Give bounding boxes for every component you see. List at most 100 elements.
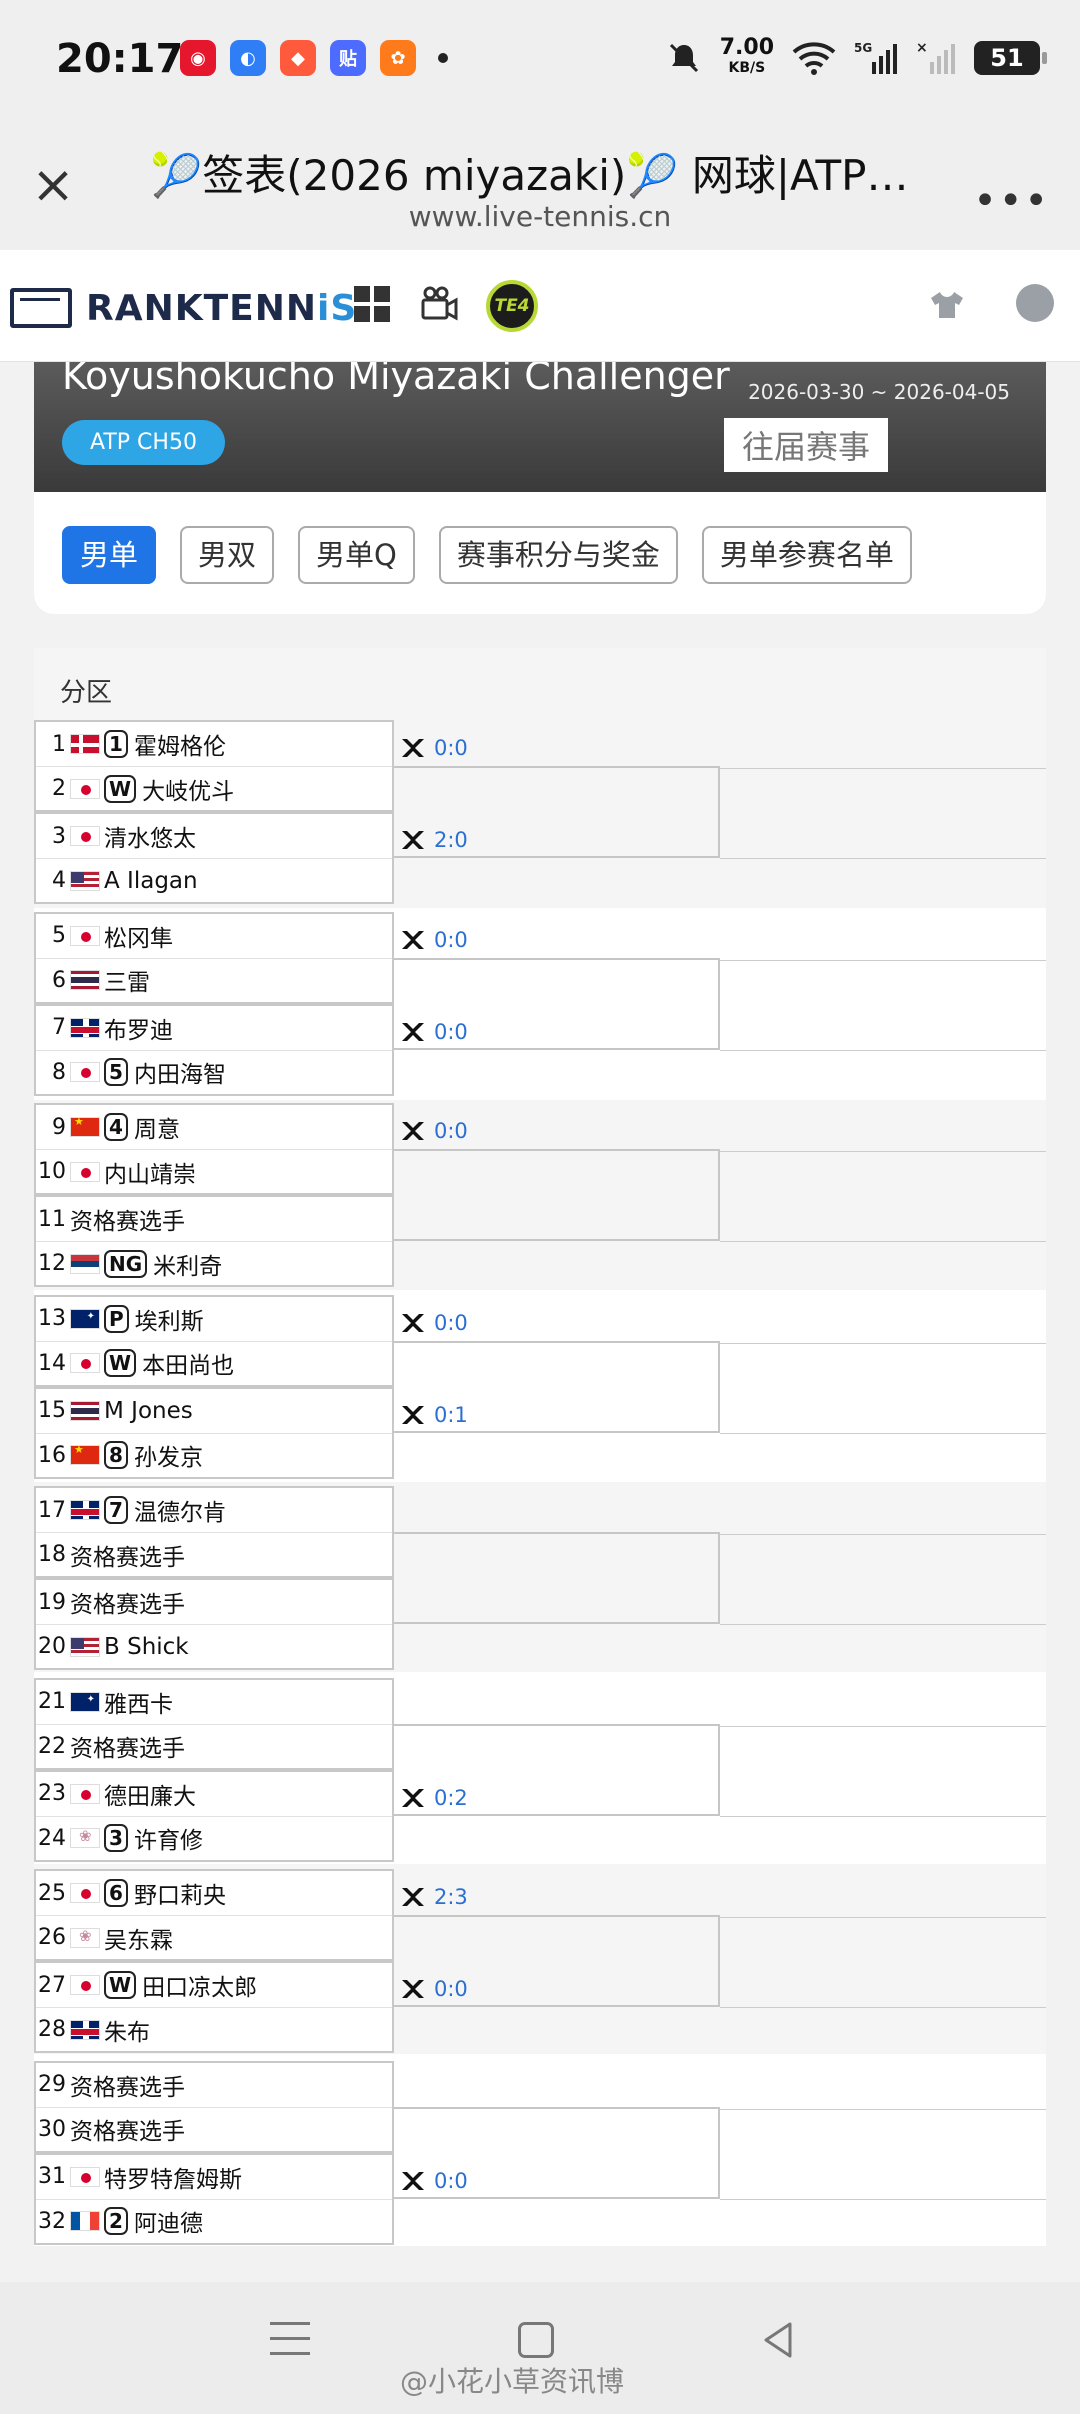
- te-badge-icon[interactable]: TE4: [486, 280, 538, 332]
- first-round-match[interactable]: 1 1 霍姆格伦 2 W 大岐优斗: [34, 720, 394, 812]
- tab-points-prize[interactable]: 赛事积分与奖金: [438, 526, 678, 584]
- home-icon[interactable]: [518, 2322, 554, 2358]
- player-row[interactable]: 2 W 大岐优斗: [36, 767, 392, 811]
- player-name[interactable]: 吴东霖: [104, 1921, 173, 1955]
- player-name[interactable]: A Ilagan: [104, 868, 198, 894]
- player-row[interactable]: 22 资格赛选手: [36, 1724, 392, 1768]
- player-name[interactable]: 德田廉大: [104, 1777, 196, 1811]
- player-name[interactable]: 特罗特詹姆斯: [104, 2160, 242, 2194]
- player-name[interactable]: 雅西卡: [104, 1685, 173, 1719]
- player-row[interactable]: 7 布罗迪: [36, 1006, 392, 1050]
- first-round-match[interactable]: 21 雅西卡 22资格赛选手: [34, 1677, 394, 1770]
- player-name[interactable]: 资格赛选手: [70, 1202, 185, 1236]
- head-to-head[interactable]: 0:2: [400, 1786, 468, 1810]
- head-to-head[interactable]: 2:3: [400, 1885, 468, 1909]
- player-name[interactable]: 米利奇: [153, 1247, 222, 1281]
- player-name[interactable]: 资格赛选手: [70, 1729, 185, 1763]
- player-row[interactable]: 31 特罗特詹姆斯: [36, 2155, 392, 2199]
- player-name[interactable]: 本田尚也: [142, 1346, 234, 1380]
- player-name[interactable]: 大岐优斗: [142, 772, 234, 806]
- player-row[interactable]: 32 2 阿迪德: [36, 2199, 392, 2243]
- player-name[interactable]: B Shick: [104, 1634, 189, 1660]
- player-row[interactable]: 13 P埃利斯: [36, 1297, 392, 1341]
- player-row[interactable]: 26 吴东霖: [36, 1916, 392, 1960]
- player-name[interactable]: 周意: [134, 1110, 180, 1144]
- tab-mens-doubles[interactable]: 男双: [180, 526, 275, 584]
- player-name[interactable]: 内田海智: [134, 1055, 226, 1089]
- first-round-match[interactable]: 29 资格赛选手 30 资格赛选手: [34, 2060, 394, 2153]
- head-to-head[interactable]: 0:0: [400, 1311, 468, 1335]
- head-to-head[interactable]: 0:0: [400, 736, 468, 760]
- player-name[interactable]: 资格赛选手: [70, 1538, 185, 1572]
- player-row[interactable]: 29 资格赛选手: [36, 2063, 392, 2107]
- player-name[interactable]: 清水悠太: [104, 819, 196, 853]
- tab-entry-list[interactable]: 男单参赛名单: [701, 526, 912, 584]
- player-row[interactable]: 20 B Shick: [36, 1625, 392, 1669]
- player-row[interactable]: 30 资格赛选手: [36, 2107, 392, 2151]
- past-editions-button[interactable]: 往届赛事: [724, 418, 889, 472]
- player-row[interactable]: 5 松冈隼: [36, 914, 392, 958]
- player-row[interactable]: 21 雅西卡: [36, 1680, 392, 1724]
- player-name[interactable]: 田口凉太郎: [142, 1968, 257, 2002]
- player-name[interactable]: 资格赛选手: [70, 1585, 185, 1619]
- player-row[interactable]: 24 3许育修: [36, 1816, 392, 1860]
- more-menu-icon[interactable]: •••: [973, 178, 1050, 224]
- player-name[interactable]: 孙发京: [134, 1438, 203, 1472]
- player-row[interactable]: 8 5 内田海智: [36, 1050, 392, 1094]
- player-name[interactable]: M Jones: [104, 1398, 193, 1424]
- first-round-match[interactable]: 9 4周意 10 内山靖崇: [34, 1103, 394, 1195]
- first-round-match[interactable]: 3 清水悠太 4 A Ilagan: [34, 812, 394, 904]
- player-row[interactable]: 12 NG 米利奇: [36, 1242, 392, 1286]
- first-round-match[interactable]: 5 松冈隼 6 三雷: [34, 911, 394, 1004]
- head-to-head[interactable]: 0:0: [400, 928, 468, 952]
- shirt-icon[interactable]: [930, 290, 964, 320]
- head-to-head[interactable]: 0:0: [400, 2169, 468, 2193]
- first-round-match[interactable]: 11 资格赛选手 12 NG 米利奇: [34, 1195, 394, 1287]
- grid-menu-icon[interactable]: [354, 286, 390, 322]
- first-round-match[interactable]: 17 7 温德尔肯 18 资格赛选手: [34, 1486, 394, 1578]
- player-name[interactable]: 布罗迪: [104, 1011, 173, 1045]
- player-row[interactable]: 25 6 野口莉央: [36, 1871, 392, 1915]
- video-camera-icon[interactable]: [420, 284, 460, 324]
- player-name[interactable]: 野口莉央: [134, 1876, 226, 1910]
- player-name[interactable]: 温德尔肯: [134, 1493, 226, 1527]
- player-row[interactable]: 23 德田廉大: [36, 1772, 392, 1816]
- player-row[interactable]: 3 清水悠太: [36, 814, 392, 858]
- player-name[interactable]: 资格赛选手: [70, 2112, 185, 2146]
- first-round-match[interactable]: 13 P埃利斯 14 W本田尚也: [34, 1294, 394, 1387]
- player-row[interactable]: 28 朱布: [36, 2008, 392, 2052]
- player-row[interactable]: 6 三雷: [36, 958, 392, 1002]
- first-round-match[interactable]: 27 W 田口凉太郎 28 朱布: [34, 1961, 394, 2053]
- player-row[interactable]: 10 内山靖崇: [36, 1150, 392, 1194]
- player-row[interactable]: 16 8孙发京: [36, 1433, 392, 1477]
- head-to-head[interactable]: 0:0: [400, 1977, 468, 2001]
- player-name[interactable]: 许育修: [134, 1821, 203, 1855]
- player-row[interactable]: 1 1 霍姆格伦: [36, 722, 392, 766]
- player-row[interactable]: 18 资格赛选手: [36, 1533, 392, 1577]
- player-name[interactable]: 三雷: [104, 963, 150, 997]
- logo-icon[interactable]: [10, 288, 72, 328]
- tab-mens-qualifying[interactable]: 男单Q: [298, 526, 415, 584]
- player-name[interactable]: 松冈隼: [104, 919, 173, 953]
- player-name[interactable]: 朱布: [104, 2013, 150, 2047]
- player-row[interactable]: 11 资格赛选手: [36, 1197, 392, 1241]
- player-name[interactable]: 内山靖崇: [104, 1155, 196, 1189]
- player-row[interactable]: 27 W 田口凉太郎: [36, 1963, 392, 2007]
- first-round-match[interactable]: 31 特罗特詹姆斯 32 2 阿迪德: [34, 2152, 394, 2245]
- player-row[interactable]: 17 7 温德尔肯: [36, 1488, 392, 1532]
- player-row[interactable]: 9 4周意: [36, 1105, 392, 1149]
- player-row[interactable]: 14 W 本田尚也: [36, 1341, 392, 1385]
- player-name[interactable]: 资格赛选手: [70, 2068, 185, 2102]
- head-to-head[interactable]: 2:0: [400, 828, 468, 852]
- first-round-match[interactable]: 25 6野口莉央 26 吴东霖: [34, 1869, 394, 1961]
- head-to-head[interactable]: 0:1: [400, 1403, 468, 1427]
- first-round-match[interactable]: 19 资格赛选手 20 B Shick: [34, 1578, 394, 1670]
- category-badge[interactable]: ATP CH50: [62, 420, 225, 465]
- back-icon[interactable]: [760, 2320, 796, 2360]
- first-round-match[interactable]: 7 布罗迪 8 5 内田海智: [34, 1003, 394, 1096]
- site-logo[interactable]: RANKTENNiS: [86, 288, 357, 329]
- player-name[interactable]: 霍姆格伦: [134, 727, 226, 761]
- player-row[interactable]: 15 M Jones: [36, 1389, 392, 1433]
- head-to-head[interactable]: 0:0: [400, 1020, 468, 1044]
- player-row[interactable]: 4 A Ilagan: [36, 859, 392, 903]
